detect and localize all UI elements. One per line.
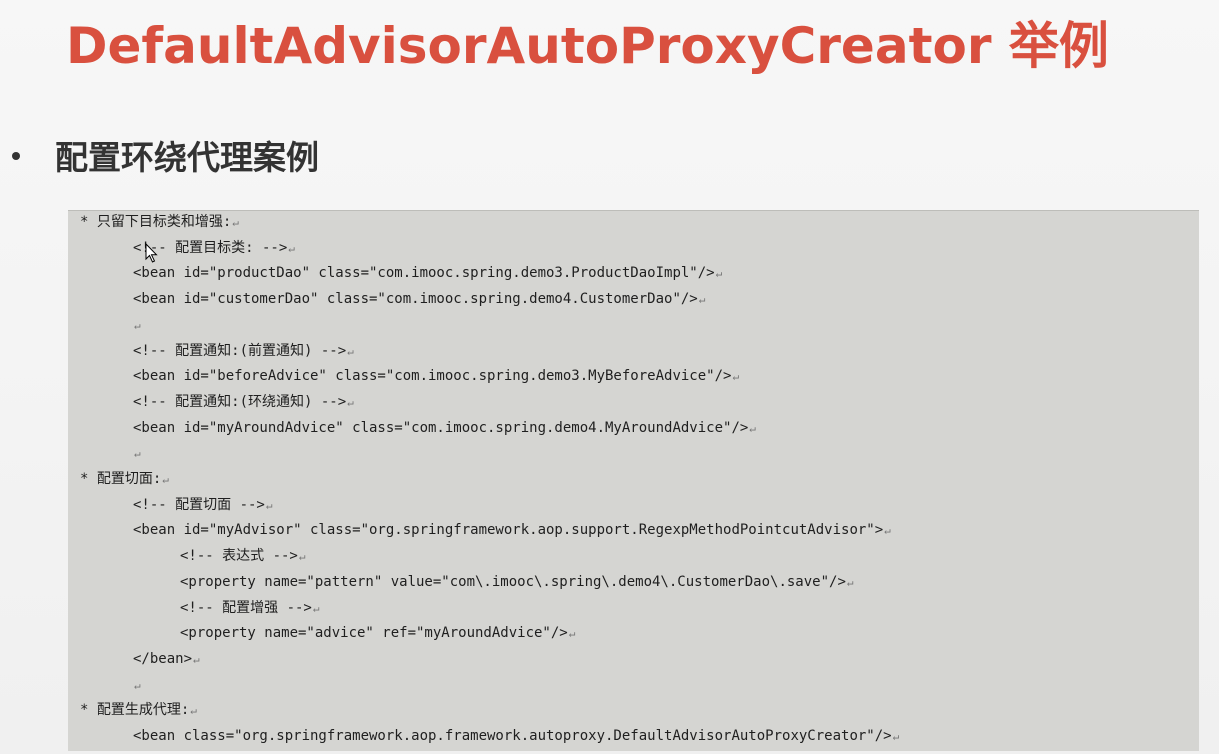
code-line-text: <bean id="productDao" class="com.imooc.s… bbox=[133, 265, 715, 282]
code-line-text: <bean id="customerDao" class="com.imooc.… bbox=[133, 291, 698, 308]
paragraph-mark-icon: ↵ bbox=[298, 550, 306, 564]
slide-title: DefaultAdvisorAutoProxyCreator 举例 bbox=[66, 17, 1109, 75]
code-line: <bean class="org.springframework.aop.fra… bbox=[133, 724, 899, 750]
code-line: <property name="pattern" value="com\.imo… bbox=[180, 570, 854, 596]
code-line-text: * 配置生成代理: bbox=[80, 702, 190, 719]
paragraph-mark-icon: ↵ bbox=[846, 575, 854, 589]
paragraph-mark-icon: ↵ bbox=[288, 241, 295, 255]
code-line-text: <bean id="beforeAdvice" class="com.imooc… bbox=[133, 368, 732, 385]
paragraph-mark-icon: ↵ bbox=[162, 473, 169, 486]
code-line-text: * 配置切面: bbox=[80, 471, 162, 487]
code-line: * 配置生成代理:↵ bbox=[80, 698, 197, 724]
paragraph-mark-icon: ↵ bbox=[232, 216, 239, 229]
paragraph-mark-icon: ↵ bbox=[134, 447, 141, 461]
code-line: * 配置切面:↵ bbox=[80, 467, 169, 493]
paragraph-mark-icon: ↵ bbox=[715, 267, 723, 281]
code-line: <bean id="beforeAdvice" class="com.imooc… bbox=[133, 364, 739, 390]
paragraph-mark-icon: ↵ bbox=[749, 421, 756, 435]
code-line: <bean id="myAdvisor" class="org.springfr… bbox=[133, 518, 891, 544]
paragraph-mark-icon: ↵ bbox=[190, 704, 197, 718]
paragraph-mark-icon: ↵ bbox=[193, 652, 200, 666]
code-line-text: </bean> bbox=[133, 650, 193, 667]
paragraph-mark-icon: ↵ bbox=[884, 524, 891, 538]
code-line: <!-- 表达式 -->↵ bbox=[180, 544, 305, 570]
code-line: ↵ bbox=[133, 673, 141, 699]
code-line-text: <!-- 配置通知:(环绕通知) --> bbox=[133, 393, 347, 410]
paragraph-mark-icon: ↵ bbox=[134, 678, 141, 692]
code-line: </bean>↵ bbox=[133, 647, 200, 673]
code-line: <property name="advice" ref="myAroundAdv… bbox=[180, 621, 575, 647]
code-line-text: <bean class="org.springframework.aop.fra… bbox=[133, 728, 892, 744]
code-line: <!-- 配置通知:(环绕通知) -->↵ bbox=[133, 390, 354, 416]
code-line: <!-- 配置增强 -->↵ bbox=[180, 596, 319, 622]
code-line: <bean id="customerDao" class="com.imooc.… bbox=[133, 287, 705, 313]
code-line-text: <!-- 配置切面 --> bbox=[133, 496, 265, 513]
code-line-text: <!-- 配置通知:(前置通知) --> bbox=[133, 342, 347, 359]
code-line: <!-- 配置通知:(前置通知) -->↵ bbox=[133, 339, 354, 365]
mouse-cursor-icon bbox=[145, 243, 158, 263]
paragraph-mark-icon: ↵ bbox=[265, 498, 273, 512]
code-line-text: <bean id="myAroundAdvice" class="com.imo… bbox=[133, 419, 749, 436]
code-line: <bean id="productDao" class="com.imooc.s… bbox=[133, 261, 722, 287]
code-line: <bean id="myAroundAdvice" class="com.imo… bbox=[133, 416, 756, 442]
paragraph-mark-icon: ↵ bbox=[732, 370, 740, 384]
paragraph-mark-icon: ↵ bbox=[312, 601, 320, 615]
code-line-text: <!-- 配置增强 --> bbox=[180, 599, 312, 616]
code-line: <!-- 配置切面 -->↵ bbox=[133, 493, 272, 519]
paragraph-mark-icon: ↵ bbox=[568, 627, 576, 641]
code-line-text: <!-- 表达式 --> bbox=[180, 548, 298, 565]
paragraph-mark-icon: ↵ bbox=[698, 293, 706, 307]
code-line: ↵ bbox=[133, 441, 141, 467]
code-line-text: * 只留下目标类和增强: bbox=[80, 214, 232, 230]
paragraph-mark-icon: ↵ bbox=[347, 344, 354, 358]
code-line: ↵ bbox=[133, 313, 141, 339]
bullet-dot bbox=[12, 152, 20, 160]
bullet-heading: 配置环绕代理案例 bbox=[55, 138, 319, 177]
code-line-text: <property name="pattern" value="com\.imo… bbox=[180, 573, 846, 590]
paragraph-mark-icon: ↵ bbox=[134, 318, 141, 332]
paragraph-mark-icon: ↵ bbox=[892, 730, 900, 743]
paragraph-mark-icon: ↵ bbox=[347, 395, 354, 409]
code-line-text: <bean id="myAdvisor" class="org.springfr… bbox=[133, 522, 884, 539]
code-line-text: <property name="advice" ref="myAroundAdv… bbox=[180, 625, 568, 642]
code-block: * 只留下目标类和增强:↵ <!-- 配置目标类: -->↵ <bean id="p… bbox=[68, 210, 1199, 751]
code-line: * 只留下目标类和增强:↵ bbox=[80, 211, 239, 236]
